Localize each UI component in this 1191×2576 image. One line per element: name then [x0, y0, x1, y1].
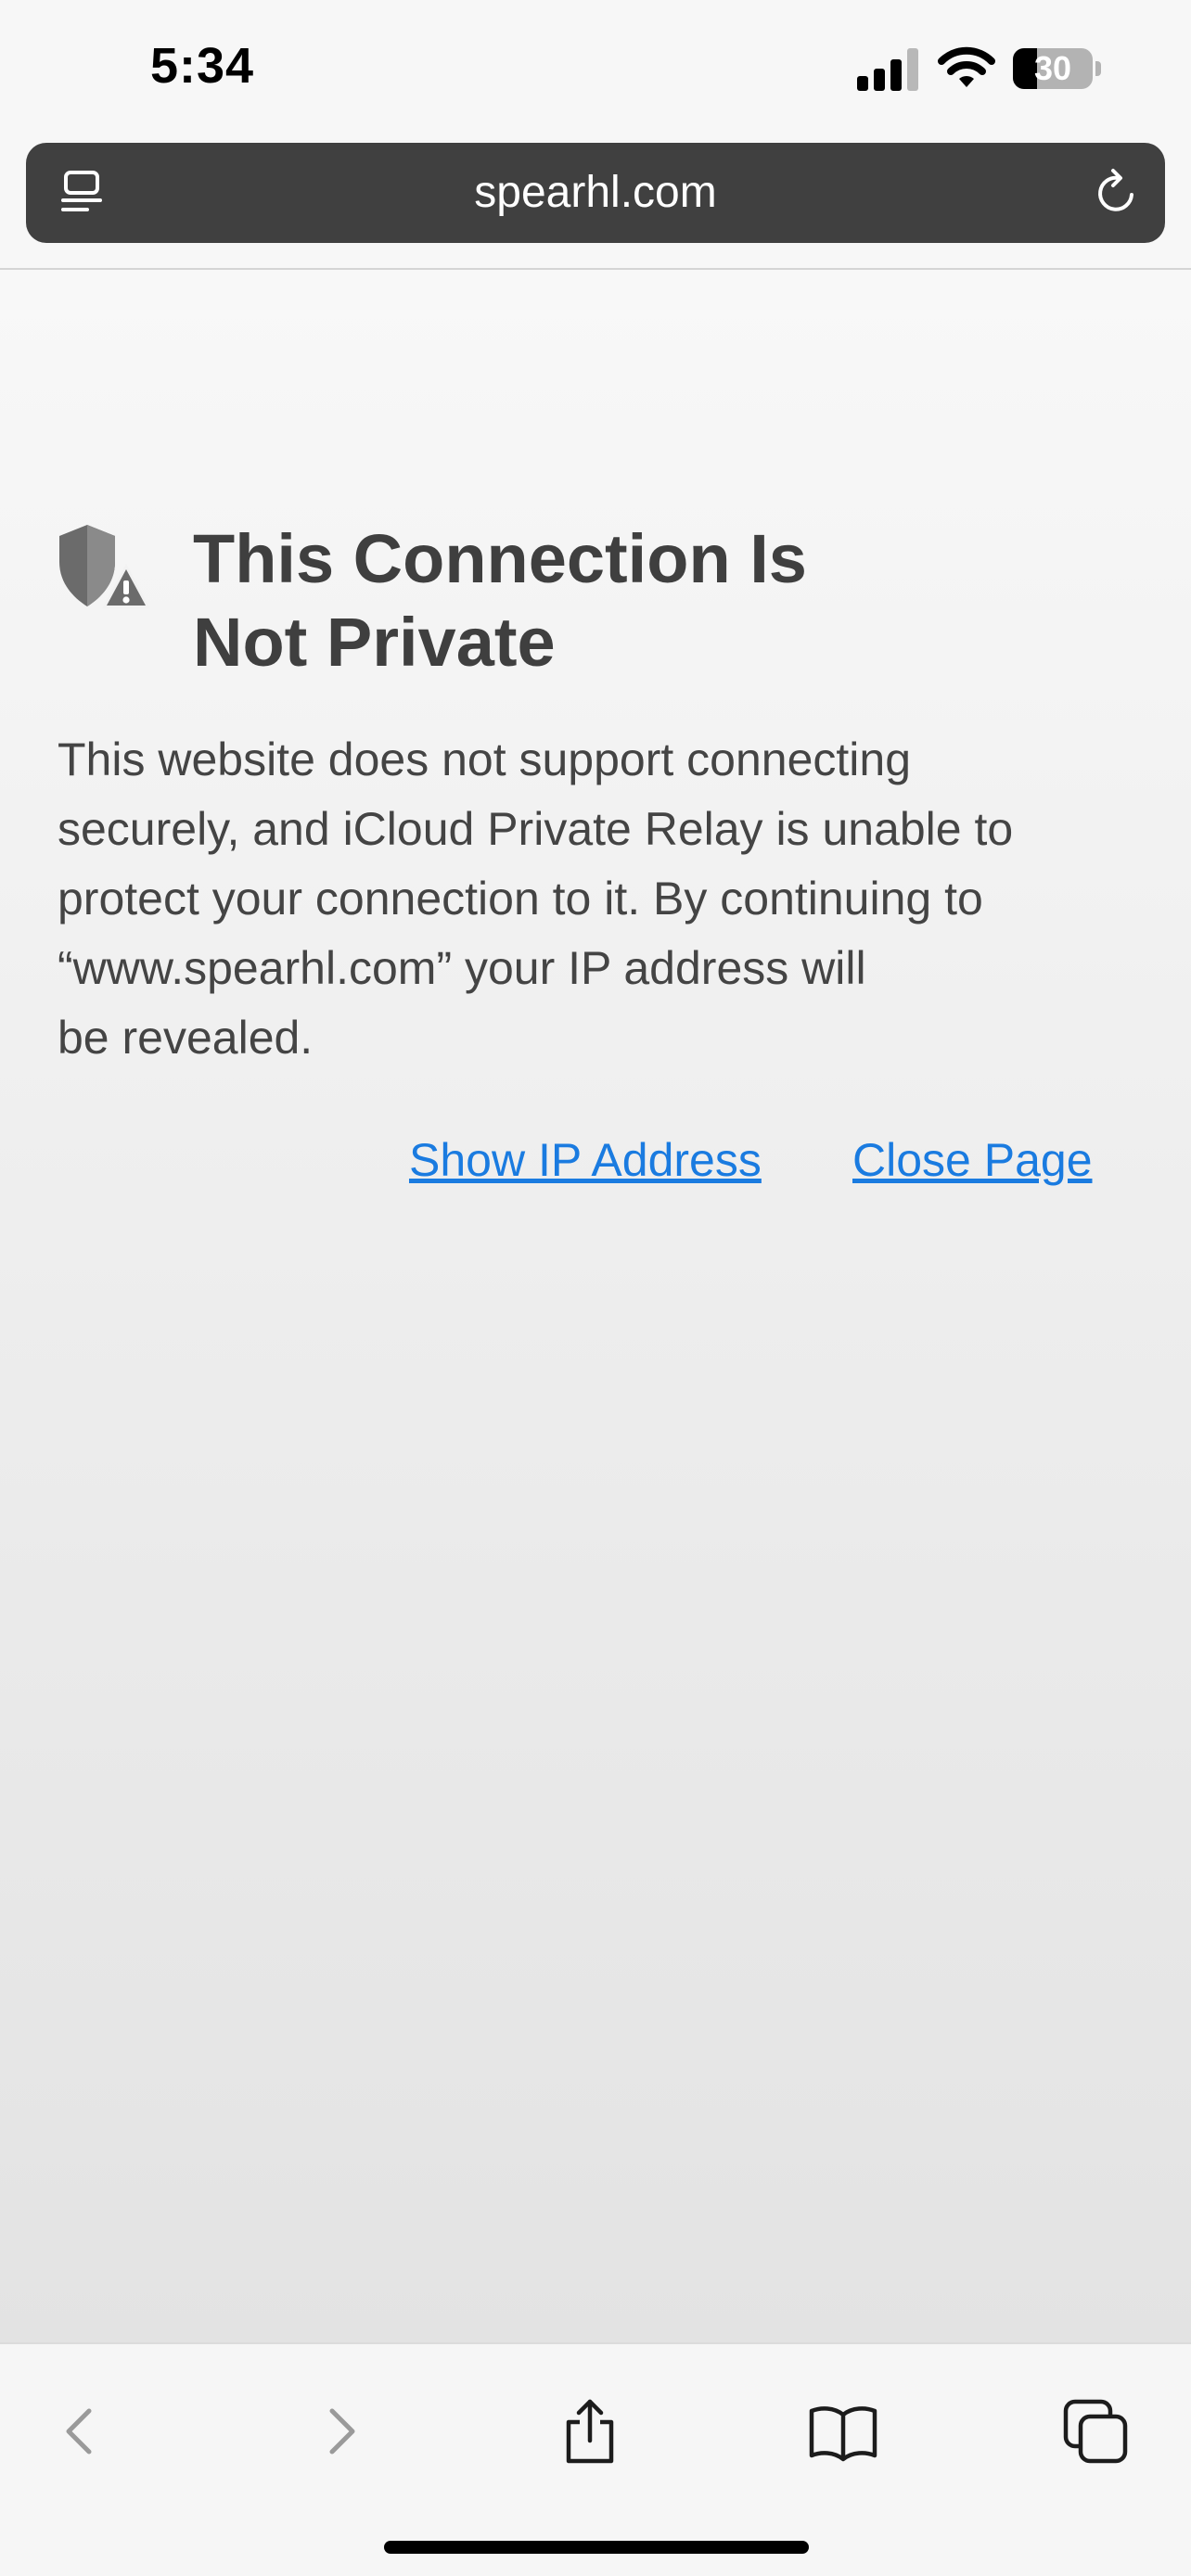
bottom-toolbar: [0, 2342, 1191, 2576]
message-line-1: This website does not support connecting: [58, 733, 911, 785]
status-bar: 5:34 30: [0, 0, 1191, 139]
wifi-icon: [938, 46, 995, 87]
close-page-link[interactable]: Close Page: [852, 1128, 1093, 1192]
reader-view-icon[interactable]: [58, 169, 106, 217]
reload-icon[interactable]: [1091, 167, 1143, 219]
message-line-4: “www.spearhl.com” your IP address will: [58, 942, 866, 994]
message-line-5: be revealed.: [58, 1012, 314, 1064]
home-indicator: [384, 2541, 809, 2554]
tabs-icon[interactable]: [1058, 2394, 1133, 2468]
warning-message: This website does not support connecting…: [58, 725, 1143, 1073]
show-ip-address-link[interactable]: Show IP Address: [409, 1128, 762, 1192]
message-line-3: protect your connection to it. By contin…: [58, 873, 983, 925]
battery-percent: 30: [1033, 49, 1072, 87]
battery-icon: 30: [1013, 48, 1102, 91]
shield-warning-icon: [59, 525, 150, 608]
title-line-1: This Connection Is: [193, 520, 807, 597]
back-icon[interactable]: [45, 2394, 119, 2468]
url-field[interactable]: spearhl.com: [26, 143, 1165, 243]
cellular-signal-icon: [857, 48, 918, 91]
title-line-2: Not Private: [193, 604, 556, 681]
address-bar[interactable]: spearhl.com: [26, 143, 1165, 243]
forward-icon[interactable]: [302, 2394, 377, 2468]
message-line-2: securely, and iCloud Private Relay is un…: [58, 803, 1014, 855]
page-title: This Connection Is Not Private: [193, 517, 935, 684]
bookmarks-icon[interactable]: [806, 2394, 880, 2468]
status-time: 5:34: [150, 38, 255, 94]
share-icon[interactable]: [553, 2394, 627, 2468]
